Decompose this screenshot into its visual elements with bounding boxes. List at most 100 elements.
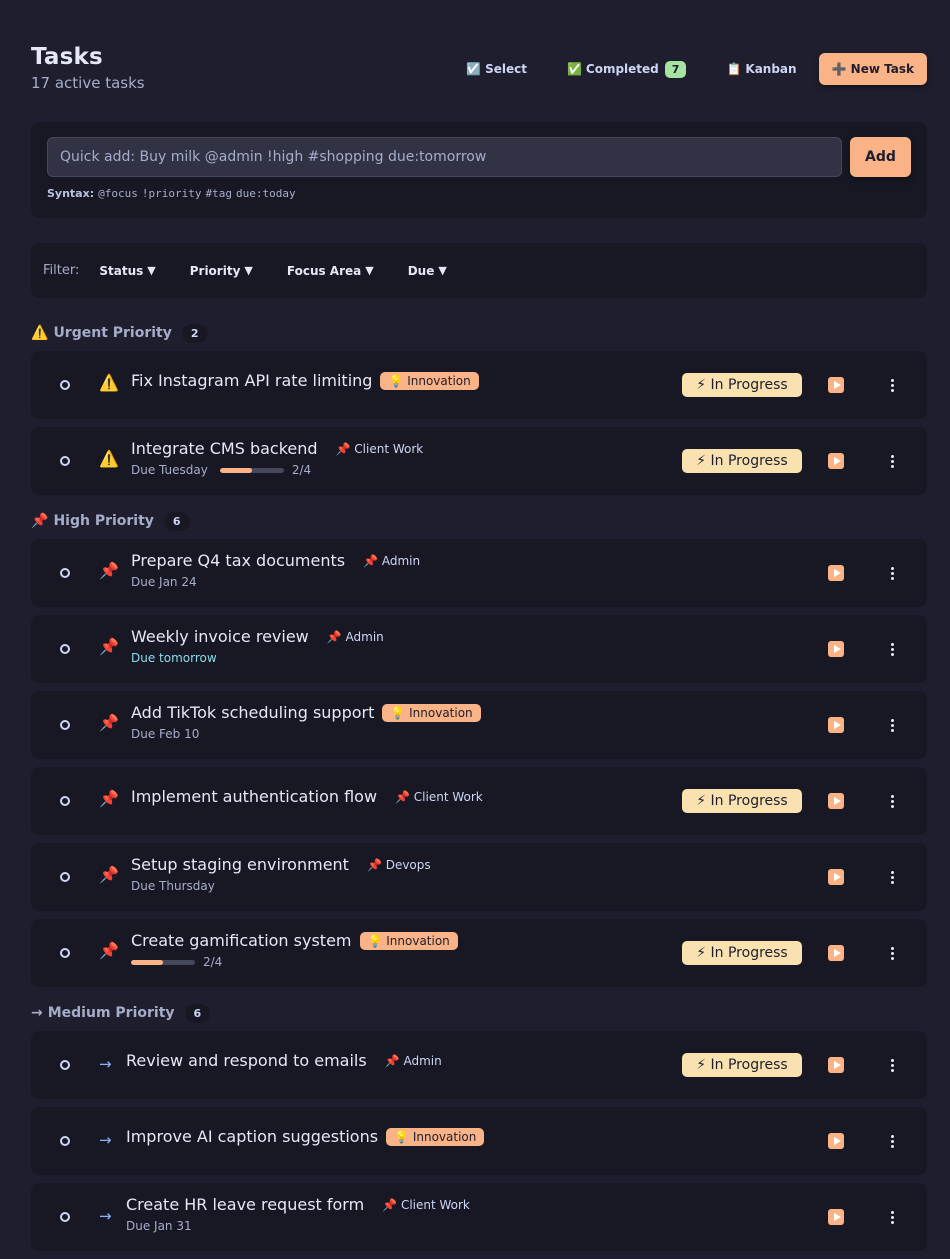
start-timer-button[interactable]	[828, 1133, 844, 1149]
task-row[interactable]: ⚠️ Fix Instagram API rate limiting 💡 Innov…	[31, 351, 927, 419]
more-options-button[interactable]	[888, 1209, 896, 1225]
more-options-button[interactable]	[888, 1133, 896, 1149]
subtask-progress-bar	[219, 467, 284, 473]
arrow-right-icon: →	[31, 1005, 43, 1021]
syntax-token: !priority	[141, 187, 202, 200]
add-button[interactable]: Add	[850, 137, 911, 177]
task-meta: Due Jan 24	[131, 575, 430, 589]
more-options-button[interactable]	[888, 869, 896, 885]
complete-checkbox[interactable]	[60, 456, 70, 466]
start-timer-button[interactable]	[828, 945, 844, 961]
status-badge[interactable]: ⚡ In Progress	[682, 1053, 802, 1077]
start-timer-button[interactable]	[828, 1057, 844, 1073]
more-options-button[interactable]	[888, 793, 896, 809]
complete-checkbox[interactable]	[60, 1060, 70, 1070]
more-options-button[interactable]	[888, 377, 896, 393]
task-row[interactable]: → Review and respond to emails 📌 Admin ⚡ In…	[31, 1031, 927, 1099]
new-task-button[interactable]: ➕ New Task	[818, 53, 927, 85]
task-row[interactable]: 📌 Weekly invoice review 📌 Admin Due tomorro…	[31, 615, 927, 683]
more-dot	[890, 799, 894, 803]
status-badge[interactable]: ⚡ In Progress	[682, 373, 802, 397]
group-header: → Medium Priority 6	[31, 1002, 211, 1024]
quick-add-input[interactable]	[47, 137, 842, 177]
status-badge[interactable]: ⚡ In Progress	[682, 789, 802, 813]
focus-area-filter-label: Focus Area	[286, 263, 362, 278]
pushpin-icon: 📌	[99, 713, 119, 732]
task-row[interactable]: 📌 Implement authentication flow 📌 Client W…	[31, 767, 927, 835]
task-row[interactable]: 📌 Create gamification system 💡 Innovation 2…	[31, 919, 927, 987]
complete-checkbox[interactable]	[60, 568, 70, 578]
complete-checkbox[interactable]	[60, 380, 70, 390]
checkbox-icon: ☑️	[466, 62, 482, 76]
task-title[interactable]: Integrate CMS backend	[131, 439, 318, 458]
task-title[interactable]: Improve AI caption suggestions	[126, 1127, 378, 1146]
start-timer-button[interactable]	[828, 453, 844, 469]
task-row[interactable]: 📌 Add TikTok scheduling support 💡 Innovati…	[31, 691, 927, 759]
task-row[interactable]: ⚠️ Integrate CMS backend 📌 Client Work Due …	[31, 427, 927, 495]
task-title[interactable]: Create HR leave request form	[126, 1195, 364, 1214]
more-options-button[interactable]	[888, 453, 896, 469]
task-row[interactable]: → Improve AI caption suggestions 💡 Innovat…	[31, 1107, 927, 1175]
more-dot	[890, 794, 894, 798]
focus-area-tag: 📌 Client Work	[395, 789, 483, 804]
completed-button[interactable]: ✅ Completed 7	[563, 53, 690, 85]
warning-icon: ⚠️	[99, 373, 119, 392]
complete-checkbox[interactable]	[60, 1136, 70, 1146]
select-button[interactable]: ☑️ Select	[462, 53, 531, 85]
task-row[interactable]: → Create HR leave request form 📌 Client Wo…	[31, 1183, 927, 1251]
more-options-button[interactable]	[888, 641, 896, 657]
start-timer-button[interactable]	[828, 793, 844, 809]
more-options-button[interactable]	[888, 1057, 896, 1073]
task-meta: Due Thursday	[131, 879, 441, 893]
due-filter-label: Due	[407, 263, 435, 278]
start-timer-button[interactable]	[828, 1209, 844, 1225]
focus-area-filter-dropdown[interactable]: Focus Area ▼	[287, 264, 374, 278]
start-timer-button[interactable]	[828, 377, 844, 393]
start-timer-button[interactable]	[828, 641, 844, 657]
due-filter-dropdown[interactable]: Due ▼	[408, 264, 447, 278]
complete-checkbox[interactable]	[60, 872, 70, 882]
more-options-button[interactable]	[888, 945, 896, 961]
play-icon	[833, 873, 841, 881]
focus-area-tag: 📌 Admin	[326, 629, 384, 644]
complete-checkbox[interactable]	[60, 1212, 70, 1222]
priority-filter-dropdown[interactable]: Priority ▼	[190, 264, 253, 278]
start-timer-button[interactable]	[828, 717, 844, 733]
more-dot	[890, 454, 894, 458]
complete-checkbox[interactable]	[60, 720, 70, 730]
task-title[interactable]: Prepare Q4 tax documents	[131, 551, 345, 570]
task-content: Create HR leave request form 📌 Client Wor…	[126, 1195, 480, 1233]
task-title[interactable]: Fix Instagram API rate limiting	[131, 371, 372, 390]
kanban-label: Kanban	[745, 62, 797, 76]
complete-checkbox[interactable]	[60, 948, 70, 958]
task-title[interactable]: Setup staging environment	[131, 855, 349, 874]
status-badge[interactable]: ⚡ In Progress	[682, 941, 802, 965]
task-row[interactable]: 📌 Prepare Q4 tax documents 📌 Admin Due Jan …	[31, 539, 927, 607]
task-title[interactable]: Weekly invoice review	[131, 627, 309, 646]
complete-checkbox[interactable]	[60, 796, 70, 806]
task-meta: Due Feb 10	[131, 727, 481, 741]
task-content: Add TikTok scheduling support 💡 Innovatio…	[131, 703, 481, 741]
complete-checkbox[interactable]	[60, 644, 70, 654]
kanban-button[interactable]: 📋 Kanban	[722, 53, 800, 85]
start-timer-button[interactable]	[828, 565, 844, 581]
status-badge[interactable]: ⚡ In Progress	[682, 449, 802, 473]
start-timer-button[interactable]	[828, 869, 844, 885]
completed-count-badge: 7	[664, 60, 687, 78]
task-content: Create gamification system 💡 Innovation 2/…	[131, 931, 458, 969]
task-title[interactable]: Review and respond to emails	[126, 1051, 367, 1070]
more-dot	[890, 576, 894, 580]
task-title-line: Setup staging environment 📌 Devops	[131, 855, 441, 874]
status-filter-label: Status	[99, 263, 144, 278]
task-title[interactable]: Add TikTok scheduling support	[131, 703, 374, 722]
task-row[interactable]: 📌 Setup staging environment 📌 Devops Due Th…	[31, 843, 927, 911]
status-filter-dropdown[interactable]: Status ▼	[99, 264, 155, 278]
select-label: Select	[485, 62, 527, 76]
task-content: Weekly invoice review 📌 Admin Due tomorrow	[131, 627, 394, 665]
task-title[interactable]: Create gamification system	[131, 931, 352, 950]
play-icon	[833, 381, 841, 389]
more-options-button[interactable]	[888, 717, 896, 733]
task-title[interactable]: Implement authentication flow	[131, 787, 377, 806]
more-options-button[interactable]	[888, 565, 896, 581]
task-title-line: Create HR leave request form 📌 Client Wor…	[126, 1195, 480, 1214]
